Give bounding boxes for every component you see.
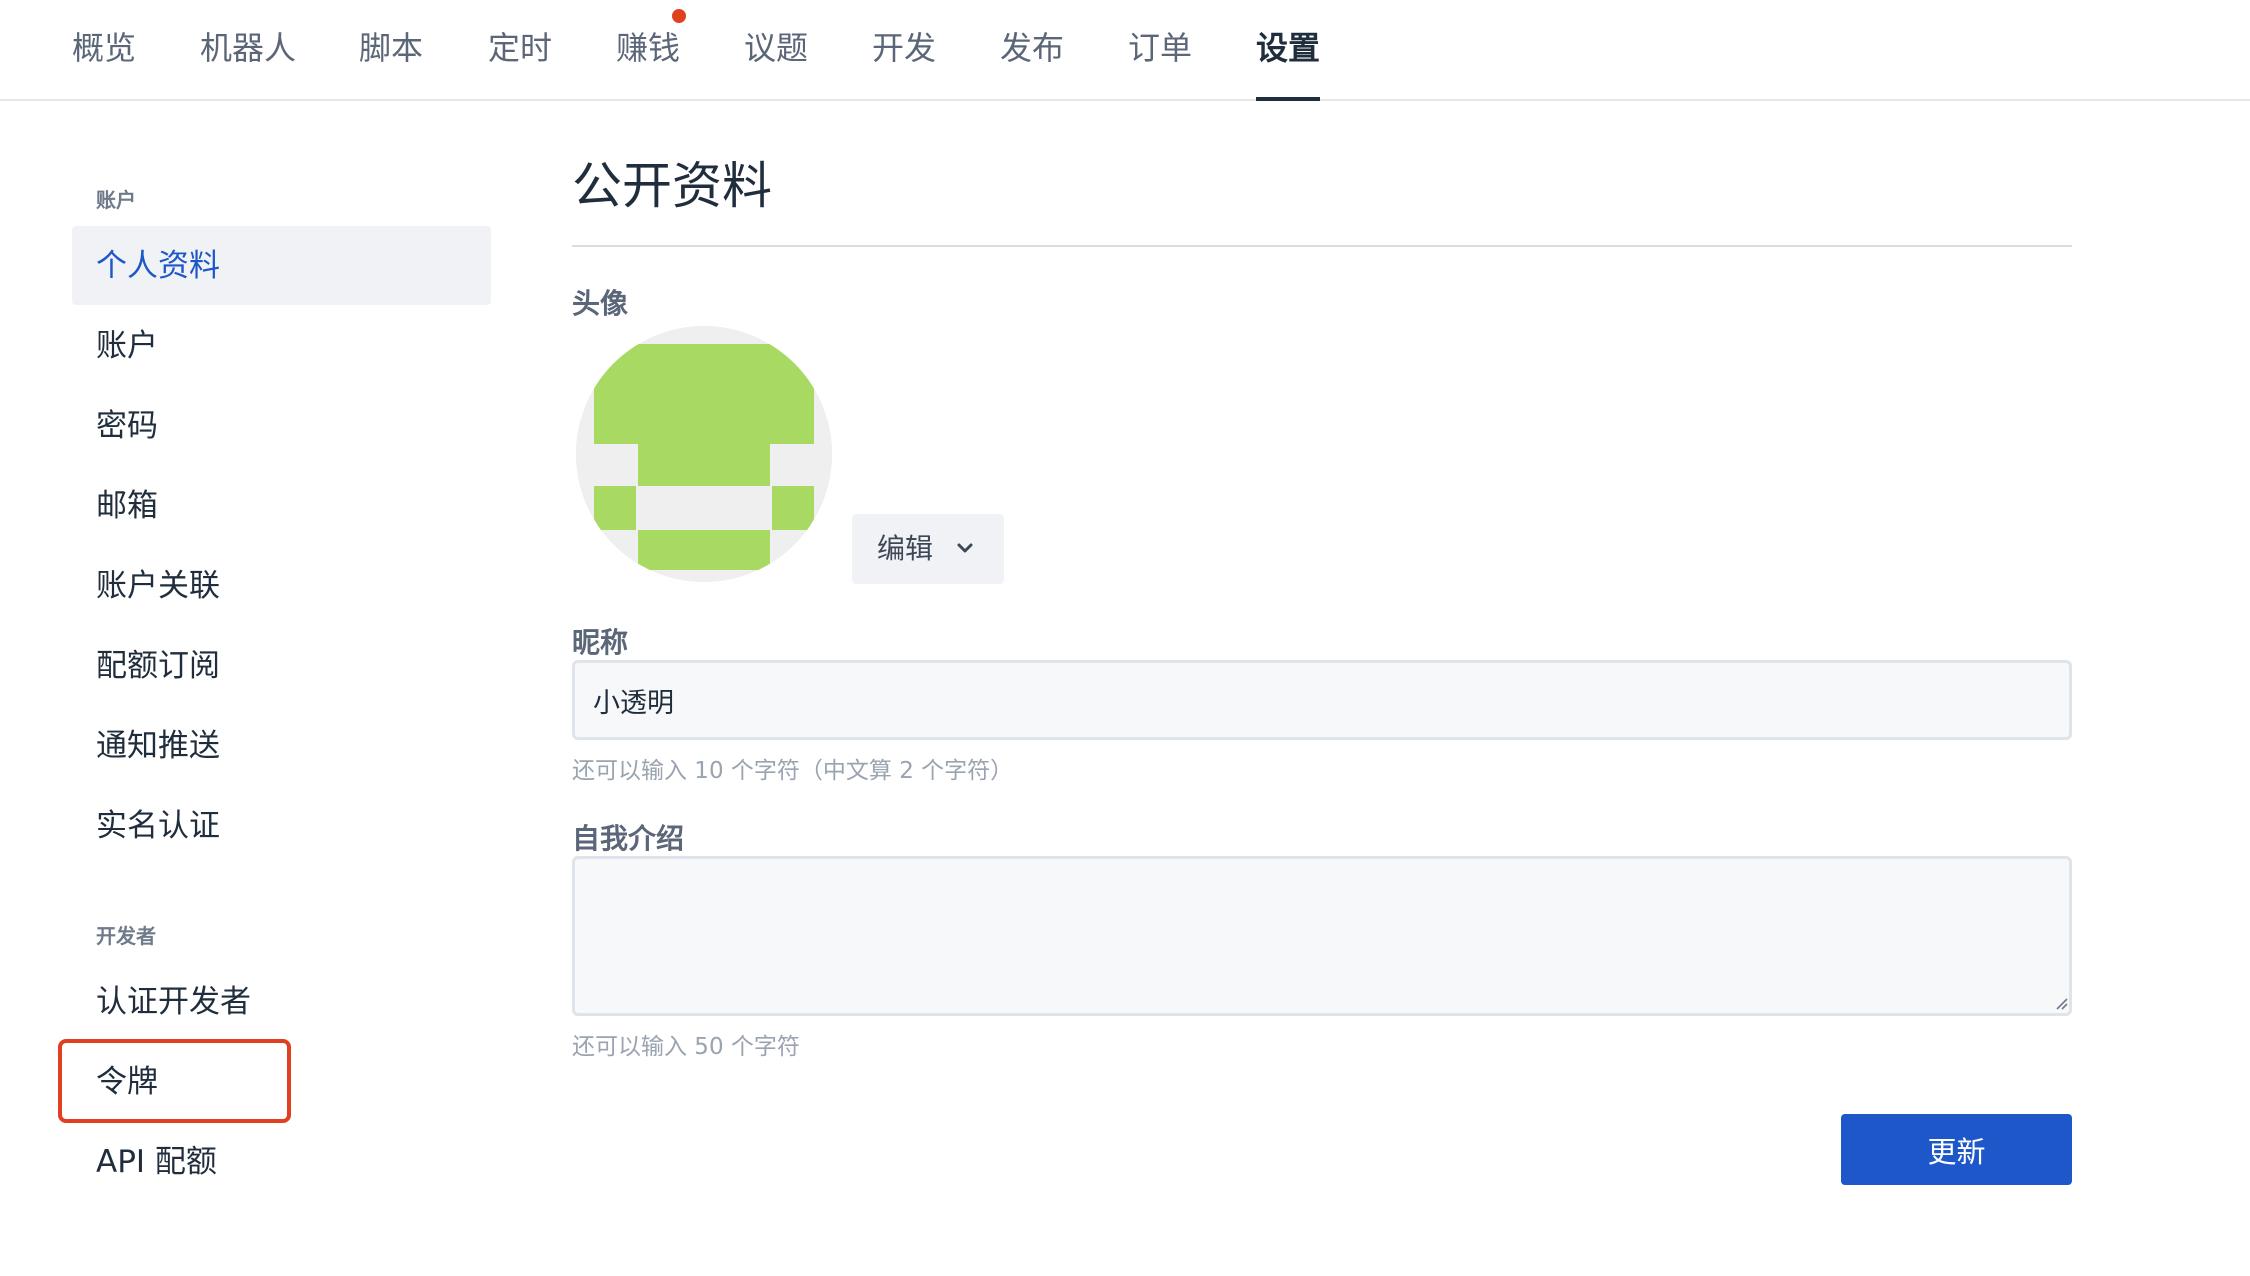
sidebar-item-quota-subscription[interactable]: 配额订阅 [96,636,220,696]
nickname-input[interactable] [572,660,2072,740]
sidebar-item-real-name-verification[interactable]: 实名认证 [96,796,220,856]
sidebar-group-developer: 开发者 [96,924,156,948]
tab-topics[interactable]: 议题 [744,24,808,101]
sidebar-item-email[interactable]: 邮箱 [96,476,158,536]
tab-scripts[interactable]: 脚本 [359,24,423,101]
nickname-label: 昵称 [572,626,629,659]
page-title: 公开资料 [572,157,772,215]
sidebar-item-account[interactable]: 账户 [96,316,158,376]
tab-develop[interactable]: 开发 [872,24,936,101]
tab-publish[interactable]: 发布 [1000,24,1064,101]
nickname-hint: 还可以输入 10 个字符（中文算 2 个字符） [572,758,1014,784]
title-divider [572,245,2072,247]
resize-grip-icon[interactable] [2052,994,2068,1010]
sidebar-item-api-quota[interactable]: API 配额 [96,1132,217,1192]
tab-earn[interactable]: 赚钱 [616,24,680,101]
sidebar-group-account: 账户 [96,188,136,212]
tab-overview[interactable]: 概览 [72,24,136,101]
tab-orders[interactable]: 订单 [1128,24,1192,101]
identicon-icon [576,326,832,582]
tab-schedule[interactable]: 定时 [488,24,552,101]
highlight-box [58,1039,291,1123]
chevron-down-icon [957,543,973,553]
bio-textarea[interactable] [572,856,2072,1016]
avatar-label: 头像 [572,287,629,320]
notification-dot [672,9,686,23]
sidebar-item-profile[interactable]: 个人资料 [96,236,220,296]
update-button[interactable]: 更新 [1841,1114,2072,1185]
sidebar-item-notifications[interactable]: 通知推送 [96,716,220,776]
avatar-edit-button[interactable]: 编辑 [852,514,1004,584]
sidebar-item-certified-developer[interactable]: 认证开发者 [96,972,251,1032]
avatar [576,326,832,582]
top-nav: 概览 机器人 脚本 定时 赚钱 议题 开发 发布 订单 设置 [0,0,2250,101]
avatar-edit-label: 编辑 [877,532,934,565]
bio-label: 自我介绍 [572,822,685,855]
tab-robots[interactable]: 机器人 [200,24,296,101]
sidebar-item-password[interactable]: 密码 [96,396,158,456]
tab-settings[interactable]: 设置 [1256,24,1321,101]
sidebar-item-linked-accounts[interactable]: 账户关联 [96,556,220,616]
bio-hint: 还可以输入 50 个字符 [572,1034,800,1060]
